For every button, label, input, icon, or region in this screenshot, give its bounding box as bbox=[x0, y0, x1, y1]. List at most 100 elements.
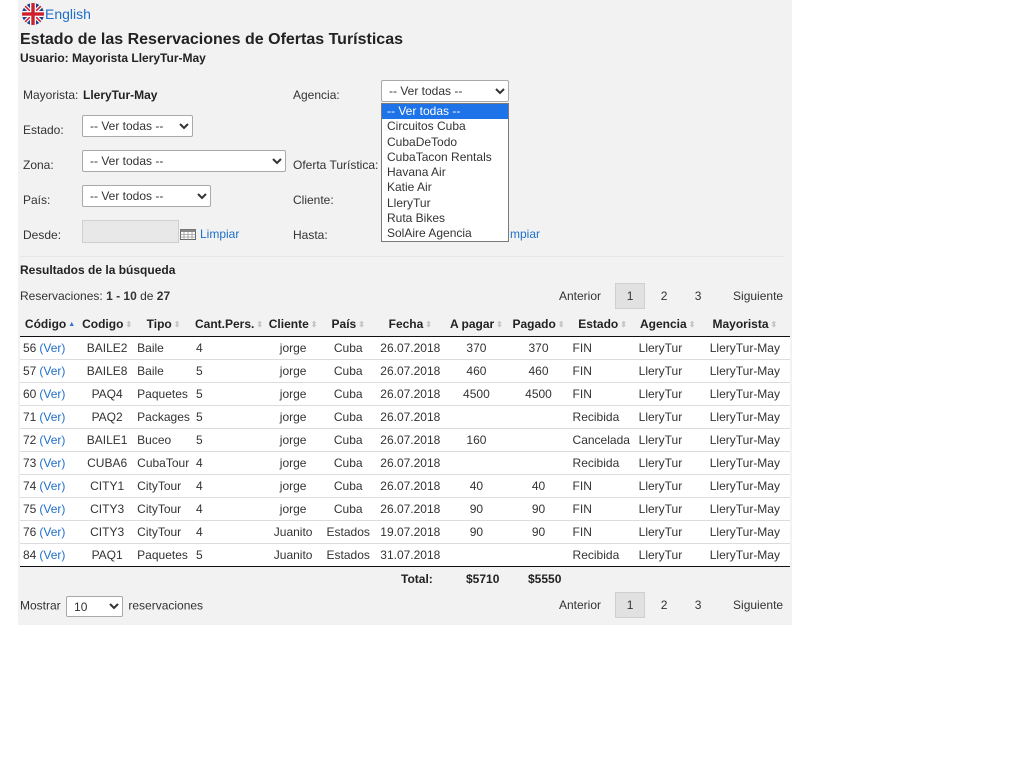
table-cell: 26.07.2018 bbox=[375, 497, 446, 521]
cell-value: 73 bbox=[23, 456, 37, 470]
cell-value: LleryTur bbox=[638, 456, 683, 470]
column-header[interactable]: Pagado ⬍ bbox=[507, 312, 570, 337]
sort-icon[interactable]: ⬍ bbox=[558, 320, 565, 329]
column-header[interactable]: Cliente ⬍ bbox=[265, 312, 322, 337]
table-cell: 72 (Ver) bbox=[20, 428, 81, 452]
cell-value: CUBA6 bbox=[87, 456, 128, 470]
agencia-dropdown-list[interactable]: -- Ver todas -- Circuitos Cuba CubaDeTodo C… bbox=[381, 103, 509, 242]
column-header[interactable]: Agencia ⬍ bbox=[635, 312, 700, 337]
ver-link[interactable]: (Ver) bbox=[39, 502, 65, 516]
ver-link[interactable]: (Ver) bbox=[39, 525, 65, 539]
table-cell: LleryTur-May bbox=[699, 474, 790, 498]
cell-value: PAQ1 bbox=[91, 548, 123, 562]
language-switch[interactable]: English bbox=[22, 3, 91, 25]
ver-link[interactable]: (Ver) bbox=[39, 364, 65, 378]
pager-page-1[interactable]: 1 bbox=[615, 283, 646, 309]
column-header[interactable]: Codigo ⬍ bbox=[80, 312, 135, 337]
table-cell: Paquetes bbox=[134, 382, 193, 406]
cell-value: Cuba bbox=[333, 410, 363, 424]
pager-page-2[interactable]: 2 bbox=[649, 592, 679, 618]
sort-icon[interactable]: ⬍ bbox=[771, 320, 778, 329]
language-link[interactable]: English bbox=[45, 6, 91, 22]
table-cell: 26.07.2018 bbox=[375, 474, 446, 498]
estado-select[interactable]: -- Ver todas -- bbox=[82, 115, 193, 137]
cell-value: Packages bbox=[137, 410, 190, 424]
sort-icon[interactable]: ⬍ bbox=[256, 320, 263, 329]
pager-page-3[interactable]: 3 bbox=[683, 592, 713, 618]
desde-limpiar-link[interactable]: Limpiar bbox=[200, 227, 239, 241]
cell-value: LleryTur bbox=[638, 479, 683, 493]
sort-icon[interactable]: ⬍ bbox=[311, 320, 318, 329]
table-cell: 4 bbox=[192, 474, 266, 498]
column-header[interactable]: Fecha ⬍ bbox=[375, 312, 446, 337]
agencia-select[interactable]: -- Ver todas -- bbox=[381, 80, 509, 102]
agencia-option[interactable]: SolAire Agencia bbox=[382, 226, 508, 241]
agencia-option[interactable]: Katie Air bbox=[382, 180, 508, 195]
ver-link[interactable]: (Ver) bbox=[39, 548, 65, 562]
cell-value: 71 bbox=[23, 410, 37, 424]
column-header[interactable]: Estado ⬍ bbox=[569, 312, 636, 337]
table-cell: 5 bbox=[192, 428, 266, 452]
ver-link[interactable]: (Ver) bbox=[39, 387, 65, 401]
pager-prev-button[interactable]: Anterior bbox=[553, 289, 607, 303]
pager-page-3[interactable]: 3 bbox=[683, 283, 713, 309]
column-header[interactable]: Código ▲ bbox=[20, 312, 81, 337]
pager-next-button[interactable]: Siguiente bbox=[727, 598, 789, 612]
ver-link[interactable]: (Ver) bbox=[39, 341, 65, 355]
sort-icon[interactable]: ⬍ bbox=[358, 320, 365, 329]
agencia-option[interactable]: Ruta Bikes bbox=[382, 211, 508, 226]
uk-flag-icon bbox=[22, 3, 44, 25]
cell-value: Paquetes bbox=[137, 548, 188, 562]
cell-value: Cuba bbox=[333, 387, 363, 401]
cell-value: LleryTur-May bbox=[709, 387, 780, 401]
table-cell: LleryTur bbox=[635, 405, 700, 429]
pager-page-2[interactable]: 2 bbox=[649, 283, 679, 309]
cell-value: 76 bbox=[23, 525, 37, 539]
table-cell: FIN bbox=[569, 382, 636, 406]
column-header[interactable]: A pagar ⬍ bbox=[445, 312, 508, 337]
table-cell bbox=[507, 428, 570, 452]
ver-link[interactable]: (Ver) bbox=[39, 456, 65, 470]
table-cell: 4500 bbox=[507, 382, 570, 406]
hasta-limpiar-link[interactable]: mpiar bbox=[510, 227, 540, 241]
cell-value: 84 bbox=[23, 548, 37, 562]
table-cell: LleryTur-May bbox=[699, 382, 790, 406]
column-header[interactable]: Cant.Pers. ⬍ bbox=[192, 312, 266, 337]
sort-icon[interactable]: ⬍ bbox=[620, 320, 627, 329]
cell-value: CityTour bbox=[137, 502, 182, 516]
pager-next-button[interactable]: Siguiente bbox=[727, 289, 789, 303]
calendar-icon[interactable] bbox=[180, 229, 196, 243]
cell-value: 5 bbox=[195, 364, 203, 378]
desde-date-input[interactable] bbox=[82, 220, 179, 243]
pager-prev-button[interactable]: Anterior bbox=[553, 598, 607, 612]
pager-page-1[interactable]: 1 bbox=[615, 592, 646, 618]
cell-value: FIN bbox=[572, 341, 592, 355]
cell-value: CITY1 bbox=[90, 479, 125, 493]
agencia-option[interactable]: CubaTacon Rentals bbox=[382, 150, 508, 165]
sort-icon[interactable]: ⬍ bbox=[689, 320, 696, 329]
table-cell: LleryTur-May bbox=[699, 359, 790, 383]
ver-link[interactable]: (Ver) bbox=[39, 479, 65, 493]
sort-icon[interactable]: ⬍ bbox=[174, 320, 181, 329]
table-cell: CITY3 bbox=[80, 520, 135, 544]
sort-icon[interactable]: ⬍ bbox=[496, 320, 503, 329]
sort-icon[interactable]: ▲ bbox=[68, 321, 75, 328]
pais-select[interactable]: -- Ver todos -- bbox=[82, 185, 211, 207]
ver-link[interactable]: (Ver) bbox=[39, 433, 65, 447]
cell-value: LleryTur bbox=[638, 502, 683, 516]
column-header[interactable]: Mayorista ⬍ bbox=[699, 312, 790, 337]
agencia-option[interactable]: -- Ver todas -- bbox=[382, 104, 508, 120]
agencia-option[interactable]: Havana Air bbox=[382, 165, 508, 180]
ver-link[interactable]: (Ver) bbox=[39, 410, 65, 424]
zona-select[interactable]: -- Ver todas -- bbox=[82, 150, 286, 172]
page-size-select[interactable]: 10 bbox=[66, 596, 124, 617]
agencia-option[interactable]: CubaDeTodo bbox=[382, 135, 508, 150]
table-cell: Cuba bbox=[321, 451, 376, 475]
sort-icon[interactable]: ⬍ bbox=[425, 320, 432, 329]
cell-value: 90 bbox=[531, 525, 546, 539]
agencia-option[interactable]: LleryTur bbox=[382, 196, 508, 211]
sort-icon[interactable]: ⬍ bbox=[125, 320, 132, 329]
agencia-option[interactable]: Circuitos Cuba bbox=[382, 119, 508, 134]
column-header[interactable]: Tipo ⬍ bbox=[134, 312, 193, 337]
column-header[interactable]: País ⬍ bbox=[321, 312, 376, 337]
